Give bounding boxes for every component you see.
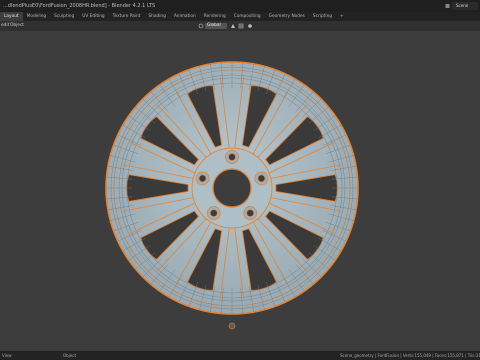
tab-modeling[interactable]: Modeling	[23, 12, 51, 21]
tab-scripting[interactable]: Scripting	[309, 12, 336, 21]
status-right: Scene_geometry | FordFusion | Verts:155,…	[340, 353, 480, 358]
tab-sculpting[interactable]: Sculpting	[50, 12, 78, 21]
tab-animation[interactable]: Animation	[170, 12, 200, 21]
add-workspace-button[interactable]: +	[336, 12, 348, 21]
proportional-editing-icon[interactable]	[247, 23, 253, 29]
lug-hole	[246, 209, 255, 217]
valve-hole	[228, 322, 236, 330]
title-bar: ...dlendPlusE0\FordFusion_2008HR.blend] …	[0, 0, 480, 12]
status-left: View	[2, 353, 12, 358]
tab-rendering[interactable]: Rendering	[200, 12, 230, 21]
orientation-dropdown[interactable]: Global	[205, 23, 227, 29]
snap-grid-icon[interactable]	[238, 23, 244, 29]
menu-object[interactable]: Object	[10, 21, 24, 31]
status-bar: View Object Scene_geometry | FordFusion …	[0, 351, 480, 360]
scene-icon[interactable]	[445, 2, 450, 10]
snap-icon[interactable]	[230, 23, 236, 29]
wheel-mesh[interactable]	[0, 31, 480, 351]
workspace-tabs: Layout Modeling Sculpting UV Editing Texture…	[0, 12, 480, 21]
scene-label: Scene	[456, 3, 469, 8]
window-title: ...dlendPlusE0\FordFusion_2008HR.blend] …	[3, 3, 156, 9]
tab-uv-editing[interactable]: UV Editing	[78, 12, 108, 21]
tab-compositing[interactable]: Compositing	[230, 12, 265, 21]
lug-hole	[209, 209, 218, 217]
3d-viewport[interactable]	[0, 31, 480, 351]
lug-hole	[198, 174, 207, 183]
lug-hole	[228, 153, 236, 161]
orientation-label: Global	[207, 23, 221, 28]
tab-layout[interactable]: Layout	[0, 12, 23, 21]
tab-geometry-nodes[interactable]: Geometry Nodes	[265, 12, 309, 21]
status-middle: Object	[63, 353, 77, 358]
scene-selector[interactable]: Scene	[452, 2, 478, 10]
viewport-header: edit Object Global	[0, 21, 480, 31]
transform-pivot-icon[interactable]	[198, 23, 204, 29]
tab-texture-paint[interactable]: Texture Paint	[109, 12, 145, 21]
lug-hole	[257, 174, 266, 183]
tab-shading[interactable]: Shading	[144, 12, 169, 21]
menu-edit[interactable]: edit	[1, 21, 9, 31]
